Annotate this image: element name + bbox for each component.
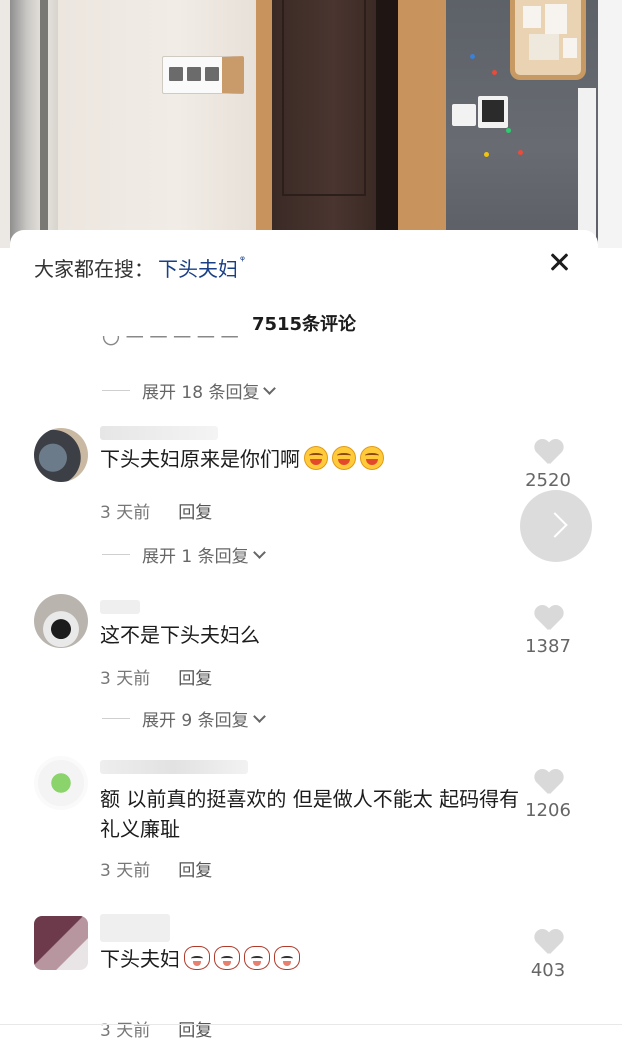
search-suggestion[interactable]: 大家都在搜： 下头夫妇 ᵠ [34,252,245,282]
username-blurred[interactable] [100,760,248,774]
comment-text: 下头夫妇原来是你们啊 [100,444,520,474]
comment-text: 下头夫妇 [100,944,520,974]
expand-replies-label: 展开 9 条回复 [142,711,249,731]
avatar[interactable] [34,428,88,482]
expand-replies-button[interactable]: 展开 18 条回复 [102,378,277,403]
magnet-dot [492,70,497,75]
like-button[interactable]: 1387 [518,606,578,657]
expand-replies-label: 展开 1 条回复 [142,547,249,567]
reply-button[interactable]: 回复 [178,664,212,689]
avatar[interactable] [34,594,88,648]
search-suggestion-term[interactable]: 下头夫妇 [158,253,238,282]
heart-icon [534,440,562,466]
username-blurred[interactable] [100,426,218,440]
magnet-dot [470,54,475,59]
comment-time: 3 天前 [100,503,151,523]
laugh-emoji [304,446,328,470]
like-count: 1206 [525,800,571,821]
like-count: 403 [530,960,566,981]
cat-emoji [274,946,300,970]
right-wall [598,0,622,248]
like-count: 1387 [525,636,571,657]
comment-sheet: 大家都在搜： 下头夫妇 ᵠ 7515条评论 〇 一 一 一 一 一 展开 18 … [10,230,598,1042]
like-button[interactable]: 2520 [518,440,578,491]
comment-time: 3 天前 [100,669,151,689]
comment-count-title: 7515条评论 [251,314,357,335]
reply-button[interactable]: 回复 [178,856,212,881]
magnet-dot [484,152,489,157]
chevron-down-icon [252,709,266,723]
wall [58,0,258,248]
cat-emoji [244,946,270,970]
like-button[interactable]: 403 [518,930,578,981]
comment-text: 额 以前真的挺喜欢的 但是做人不能太 起码得有礼义廉耻 [100,784,520,844]
search-suggestion-label: 大家都在搜： [34,256,154,281]
heart-icon [534,930,562,956]
heart-icon [534,606,562,632]
light-switch [162,56,244,94]
comment-meta: 3 天前 回复 [100,1016,212,1041]
like-button[interactable]: 1206 [518,770,578,821]
reply-button[interactable]: 回复 [178,498,212,523]
cat-emoji [214,946,240,970]
username-blurred[interactable] [100,600,140,614]
reply-button[interactable]: 回复 [178,1016,212,1041]
heart-icon [534,770,562,796]
chevron-down-icon [252,545,266,559]
divider [0,1024,622,1025]
divider [102,554,130,555]
comment-meta: 3 天前 回复 [100,664,212,689]
expand-replies-button[interactable]: 展开 9 条回复 [102,706,266,731]
comment-meta: 3 天前 回复 [100,856,212,881]
laugh-emoji [332,446,356,470]
door-edge [376,0,398,248]
expand-replies-button[interactable]: 展开 1 条回复 [102,542,266,567]
divider [102,718,130,719]
cork-board [510,0,586,80]
chevron-down-icon [263,381,277,395]
wall-socket [452,104,476,126]
wall-panel [478,96,508,128]
magnet-dot [506,128,511,133]
paper-strip [578,88,596,248]
door-panel [282,0,366,196]
close-icon[interactable] [546,248,574,276]
avatar[interactable] [34,756,88,810]
divider [102,390,130,391]
comment-meta: 3 天前 回复 [100,498,212,523]
next-video-button[interactable] [520,490,592,562]
avatar[interactable] [34,916,88,970]
magnet-dot [518,150,523,155]
door-frame-left [10,0,58,248]
comment-time: 3 天前 [100,861,151,881]
comment-text-content: 下头夫妇原来是你们啊 [100,447,300,471]
laugh-emoji [360,446,384,470]
clipped-previous-comment: 〇 一 一 一 一 一 [102,336,239,349]
comment-text: 这不是下头夫妇么 [100,620,520,650]
comment-text-content: 额 以前真的挺喜欢的 但是做人不能太 起码得有礼义廉耻 [100,787,520,841]
comment-time: 3 天前 [100,1021,151,1041]
comment-text-content: 这不是下头夫妇么 [100,623,260,647]
door-frame-edge [40,0,48,248]
cat-emoji [184,946,210,970]
expand-replies-label: 展开 18 条回复 [142,383,260,403]
search-icon: ᵠ [240,253,245,267]
username-blurred[interactable] [100,914,170,942]
video-background[interactable] [0,0,622,248]
comment-text-content: 下头夫妇 [100,947,180,971]
like-count: 2520 [525,470,571,491]
